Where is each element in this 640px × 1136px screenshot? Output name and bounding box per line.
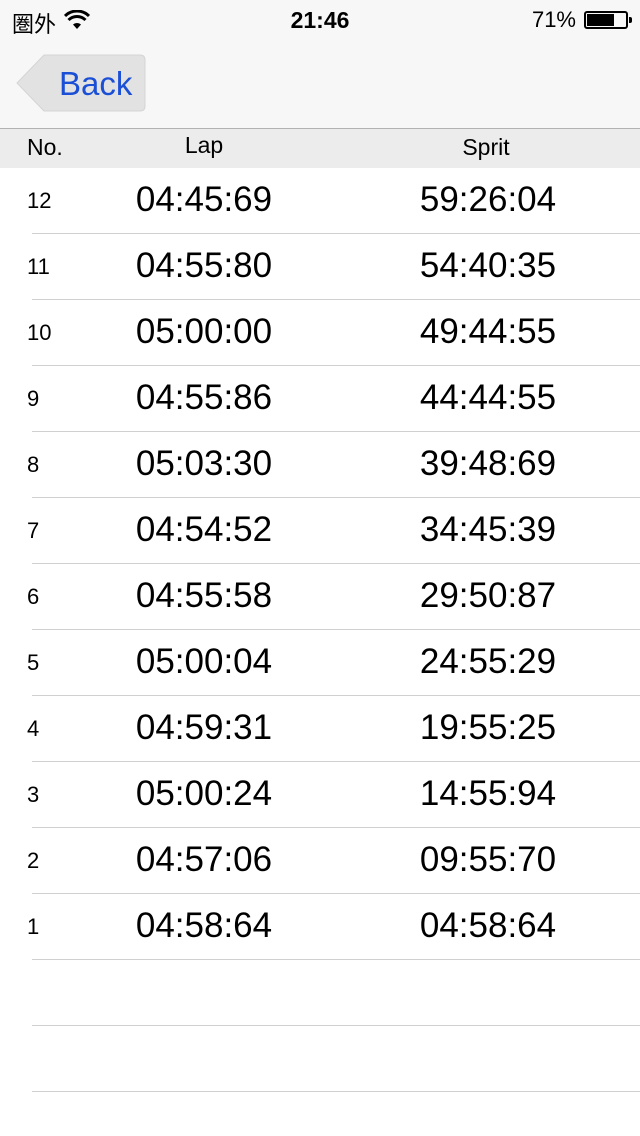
column-header-lap: Lap (184, 132, 224, 158)
table-header: No. Lap Sprit (0, 129, 640, 168)
split-time: 14:55:94 (419, 774, 557, 813)
status-bar: 圏外 21:46 71% (0, 0, 640, 40)
row-number: 4 (27, 716, 40, 741)
back-button-label: Back (59, 65, 133, 102)
table-row[interactable]: 12 04:45:69 59:26:04 (0, 168, 640, 234)
table-row[interactable]: 3 05:00:24 14:55:94 (0, 762, 640, 828)
battery-percent: 71% (531, 7, 576, 32)
column-header-no: No. (27, 134, 63, 160)
column-header-sprit: Sprit (462, 134, 510, 160)
battery-level-fill (587, 14, 614, 26)
row-number: 9 (27, 386, 40, 411)
split-time: 09:55:70 (419, 840, 557, 879)
table-row[interactable]: 10 05:00:00 49:44:55 (0, 300, 640, 366)
split-time: 49:44:55 (419, 312, 557, 351)
table-row[interactable]: 5 05:00:04 24:55:29 (0, 630, 640, 696)
table-row[interactable]: 1 04:58:64 04:58:64 (0, 894, 640, 960)
split-time: 39:48:69 (419, 444, 557, 483)
lap-time: 05:00:24 (135, 774, 273, 813)
split-time: 44:44:55 (419, 378, 557, 417)
lap-time: 04:55:86 (135, 378, 273, 417)
row-number: 11 (27, 254, 50, 279)
row-number: 10 (27, 320, 52, 345)
table-row[interactable] (0, 1026, 640, 1092)
table-row[interactable]: 6 04:55:58 29:50:87 (0, 564, 640, 630)
lap-time: 05:00:00 (135, 312, 273, 351)
split-time: 24:55:29 (419, 642, 557, 681)
row-number: 1 (27, 914, 40, 939)
lap-table[interactable]: 12 04:45:69 59:26:04 11 04:55:80 54:40:35 10 05… (0, 168, 640, 1092)
split-time: 04:58:64 (419, 906, 557, 945)
split-time: 34:45:39 (419, 510, 557, 549)
battery-icon (584, 11, 632, 29)
row-number: 3 (27, 782, 40, 807)
table-row[interactable]: 2 04:57:06 09:55:70 (0, 828, 640, 894)
split-time: 29:50:87 (419, 576, 557, 615)
table-row[interactable]: 11 04:55:80 54:40:35 (0, 234, 640, 300)
lap-time: 05:03:30 (135, 444, 273, 483)
table-row[interactable]: 9 04:55:86 44:44:55 (0, 366, 640, 432)
lap-time: 05:00:04 (135, 642, 273, 681)
table-row[interactable]: 8 05:03:30 39:48:69 (0, 432, 640, 498)
split-time: 19:55:25 (419, 708, 557, 747)
lap-time: 04:59:31 (135, 708, 273, 747)
lap-time: 04:57:06 (135, 840, 273, 879)
row-number: 8 (27, 452, 40, 477)
lap-time: 04:54:52 (135, 510, 273, 549)
lap-time: 04:55:80 (135, 246, 273, 285)
navigation-bar: Back (0, 40, 640, 129)
table-row[interactable]: 4 04:59:31 19:55:25 (0, 696, 640, 762)
lap-time: 04:45:69 (135, 180, 273, 219)
lap-time: 04:58:64 (135, 906, 273, 945)
table-row[interactable] (0, 960, 640, 1026)
row-number: 7 (27, 518, 40, 543)
status-right: 71% (531, 7, 632, 33)
split-time: 59:26:04 (419, 180, 557, 219)
row-number: 5 (27, 650, 40, 675)
lap-time: 04:55:58 (135, 576, 273, 615)
split-time: 54:40:35 (419, 246, 557, 285)
row-number: 12 (27, 188, 52, 213)
table-row[interactable]: 7 04:54:52 34:45:39 (0, 498, 640, 564)
back-button[interactable]: Back (16, 54, 146, 112)
row-number: 2 (27, 848, 40, 873)
row-number: 6 (27, 584, 40, 609)
